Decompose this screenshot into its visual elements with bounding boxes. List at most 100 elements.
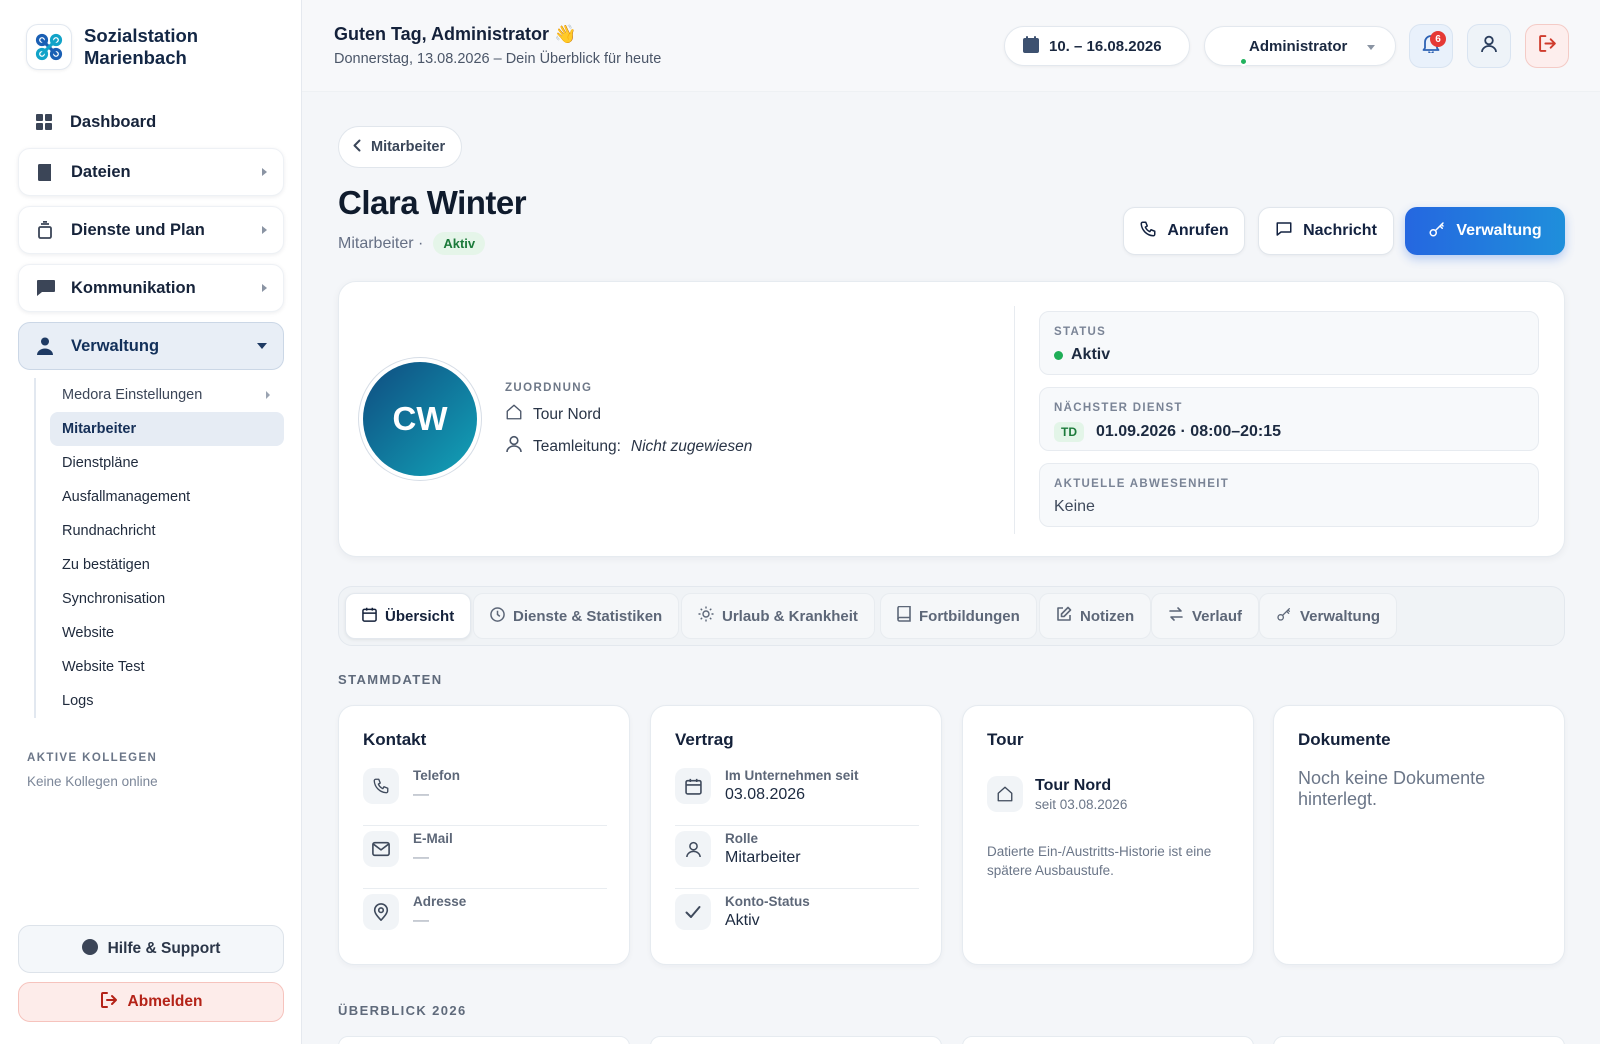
verwaltung-button[interactable]: Verwaltung [1405,207,1565,255]
sub-item-label: Mitarbeiter [62,421,137,437]
sidebar-sub-dienstplaene[interactable]: Dienstpläne [50,446,284,480]
profile-button[interactable] [1467,24,1511,68]
profile-tabs: Übersicht Dienste & Statistiken Urlaub &… [338,586,1565,646]
tab-label: Verwaltung [1300,607,1381,625]
sub-item-label: Website Test [62,659,145,675]
sidebar-sub-website-test[interactable]: Website Test [50,650,284,684]
address-value: — [413,912,429,929]
tab-label: Dienste & Statistiken [513,607,663,625]
phone-label: Telefon [413,768,460,783]
sidebar-sub-medora-einstellungen[interactable]: Medora Einstellungen [50,378,284,412]
sidebar-item-dashboard[interactable]: Dashboard [18,98,284,146]
profile-summary-card: CW ZUORDNUNG Tour Nord Teamleitung: Nich… [338,281,1565,557]
tab-fortbildungen[interactable]: Fortbildungen [880,593,1037,639]
sidebar-sub-zu-bestaetigen[interactable]: Zu bestätigen [50,548,284,582]
sidebar-item-dienste-und-plan[interactable]: Dienste und Plan [18,206,284,254]
tab-notizen[interactable]: Notizen [1039,593,1152,639]
sidebar-item-verwaltung[interactable]: Verwaltung [18,322,284,370]
date-range-button[interactable]: 10. – 16.08.2026 [1004,26,1190,66]
help-support-button[interactable]: Hilfe & Support [18,925,284,973]
chevron-left-icon [353,139,361,156]
sidebar-sub-ausfallmanagement[interactable]: Ausfallmanagement [50,480,284,514]
kontakt-title: Kontakt [363,730,427,749]
next-shift-value: 01.09.2026 · 08:00–20:15 [1096,423,1282,440]
home-icon [987,776,1023,812]
sidebar-sub-rundnachricht[interactable]: Rundnachricht [50,514,284,548]
chevron-right-icon [262,284,267,292]
tour-name: Tour Nord [1035,776,1112,794]
online-status-dot [1239,57,1248,66]
edit-icon [1056,606,1072,626]
phone-icon [363,768,399,804]
check-icon [675,894,711,930]
user-menu-button[interactable]: Administrator [1204,26,1396,66]
vertrag-role-row: Rolle Mitarbeiter [675,827,919,889]
message-button[interactable]: Nachricht [1258,207,1394,255]
sidebar-sub-website[interactable]: Website [50,616,284,650]
user-menu-label: Administrator [1249,37,1348,55]
tour-item[interactable]: Tour Nord seit 03.08.2026 [987,776,1127,812]
brand[interactable]: Sozialstation Marienbach [26,24,198,70]
address-label: Adresse [413,894,467,909]
chevron-right-icon [262,226,267,234]
email-label: E-Mail [413,831,453,846]
card-divider [1014,306,1015,534]
sub-item-label: Zu bestätigen [62,557,150,573]
kontakt-phone-row[interactable]: Telefon — [363,764,607,826]
logout-button[interactable]: Abmelden [18,982,284,1022]
message-label: Nachricht [1303,222,1377,239]
team-lead-value: Nicht zugewiesen [630,437,753,455]
email-value: — [413,849,429,866]
absence-value: Keine [1054,498,1095,515]
tab-dienste-statistiken[interactable]: Dienste & Statistiken [473,593,680,639]
brand-logo-icon [26,24,72,70]
calendar-icon [675,768,711,804]
help-icon [81,938,98,960]
active-colleagues-title: AKTIVE KOLLEGEN [27,752,158,764]
tour-title: Tour [987,730,1024,749]
status-badge: Aktiv [433,232,486,255]
swap-icon [1168,606,1184,626]
date-range-label: 10. – 16.08.2026 [1049,37,1162,55]
verwaltung-subnav: Medora Einstellungen Mitarbeiter Dienstp… [34,378,284,718]
kontakt-address-row[interactable]: Adresse — [363,890,607,952]
employee-role-line: Mitarbeiter · Aktiv [338,232,486,255]
header-logout-button[interactable] [1525,24,1569,68]
mail-icon [363,831,399,867]
key-icon [1276,606,1292,626]
notifications-button[interactable]: 6 [1409,24,1453,68]
book-icon [897,605,911,626]
absence-label: AKTUELLE ABWESENHEIT [1054,478,1230,490]
role-value: Mitarbeiter [725,849,801,866]
overview-card [1273,1036,1565,1044]
help-support-label: Hilfe & Support [107,940,221,957]
call-button[interactable]: Anrufen [1123,207,1245,255]
tab-uebersicht[interactable]: Übersicht [345,593,472,639]
assignment-label: ZUORDNUNG [505,382,593,394]
avatar: CW [363,362,477,476]
vertrag-card: Vertrag Im Unternehmen seit 03.08.2026 R… [650,705,942,965]
sidebar-sub-logs[interactable]: Logs [50,684,284,718]
back-to-mitarbeiter-button[interactable]: Mitarbeiter [338,126,463,168]
sidebar-item-label: Dienste und Plan [71,220,205,239]
dokumente-title: Dokumente [1298,730,1391,749]
sidebar-sub-synchronisation[interactable]: Synchronisation [50,582,284,616]
sidebar-item-dateien[interactable]: Dateien [18,148,284,196]
kontakt-card: Kontakt Telefon — E-Mail — Adresse — [338,705,630,965]
sidebar-sub-mitarbeiter[interactable]: Mitarbeiter [50,412,284,446]
kontakt-email-row[interactable]: E-Mail — [363,827,607,889]
sub-item-label: Dienstpläne [62,455,139,471]
tab-verlauf[interactable]: Verlauf [1151,593,1260,639]
sidebar-item-kommunikation[interactable]: Kommunikation [18,264,284,312]
active-colleagues-empty: Keine Kollegen online [27,774,158,789]
stammdaten-title: STAMMDATEN [338,672,443,687]
tour-since: seit 03.08.2026 [1035,796,1128,812]
greeting: Guten Tag, Administrator 👋 [334,24,577,44]
greeting-subline: Donnerstag, 13.08.2026 – Dein Überblick … [334,51,662,67]
tab-verwaltung[interactable]: Verwaltung [1259,593,1398,639]
tab-label: Verlauf [1192,607,1243,625]
status-value-row: Aktiv [1054,346,1110,364]
role-label: Rolle [725,831,759,846]
tab-urlaub-krankheit[interactable]: Urlaub & Krankheit [681,593,875,639]
phone-value: — [413,786,429,803]
